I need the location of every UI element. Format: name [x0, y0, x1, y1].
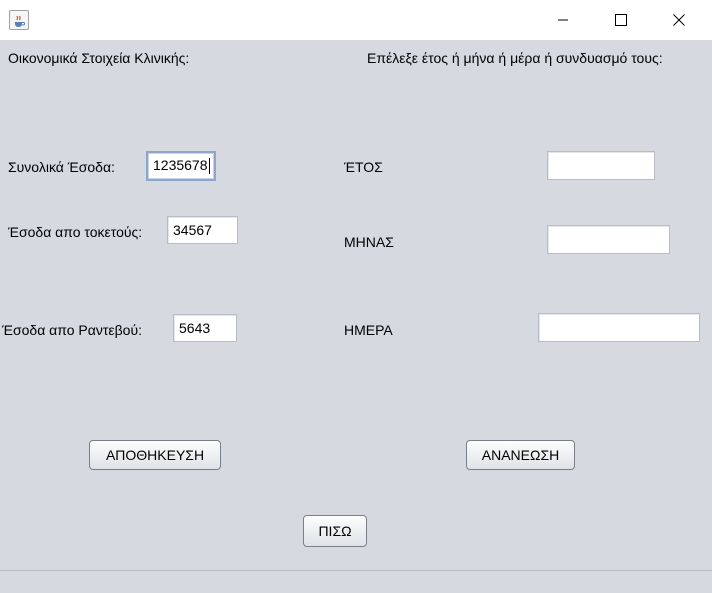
month-field[interactable]: [547, 225, 670, 254]
month-label: ΜΗΝΑΣ: [344, 234, 394, 250]
refresh-button[interactable]: ΑΝΑΝΕΩΣΗ: [466, 440, 575, 470]
close-button[interactable]: [650, 0, 708, 40]
appointments-income-field[interactable]: 5643: [173, 314, 237, 342]
back-button[interactable]: ΠΙΣΩ: [303, 515, 367, 547]
financial-data-heading: Οικονομικά Στοιχεία Κλινικής:: [8, 50, 190, 66]
year-label: ΈΤΟΣ: [344, 159, 383, 175]
year-field[interactable]: [547, 151, 655, 180]
text-caret: [208, 158, 210, 175]
maximize-button[interactable]: [592, 0, 650, 40]
appointments-income-label: Έσοδα απο Ραντεβού:: [2, 322, 142, 338]
total-income-label: Συνολικά Έσοδα:: [8, 159, 115, 175]
day-field[interactable]: [538, 313, 700, 342]
close-icon: [673, 14, 685, 26]
title-bar[interactable]: [0, 0, 712, 40]
births-income-field[interactable]: 34567: [167, 216, 238, 244]
births-income-label: Έσοδα απο τοκετούς:: [8, 224, 143, 240]
content-panel: Οικονομικά Στοιχεία Κλινικής: Συνολικά Έ…: [0, 40, 712, 570]
minimize-button[interactable]: [534, 0, 592, 40]
minimize-icon: [558, 19, 568, 21]
total-income-value: 1235678: [153, 157, 208, 173]
day-label: ΗΜΕΡΑ: [344, 322, 393, 338]
total-income-field[interactable]: 1235678: [146, 151, 216, 181]
save-button[interactable]: ΑΠΟΘΗΚΕΥΣΗ: [89, 440, 221, 470]
window-bottom-edge: [0, 570, 712, 593]
java-coffee-icon: [9, 10, 29, 30]
date-selection-heading: Επέλεξε έτος ή μήνα ή μέρα ή συνδυασμό τ…: [367, 50, 663, 66]
maximize-icon: [615, 14, 627, 26]
